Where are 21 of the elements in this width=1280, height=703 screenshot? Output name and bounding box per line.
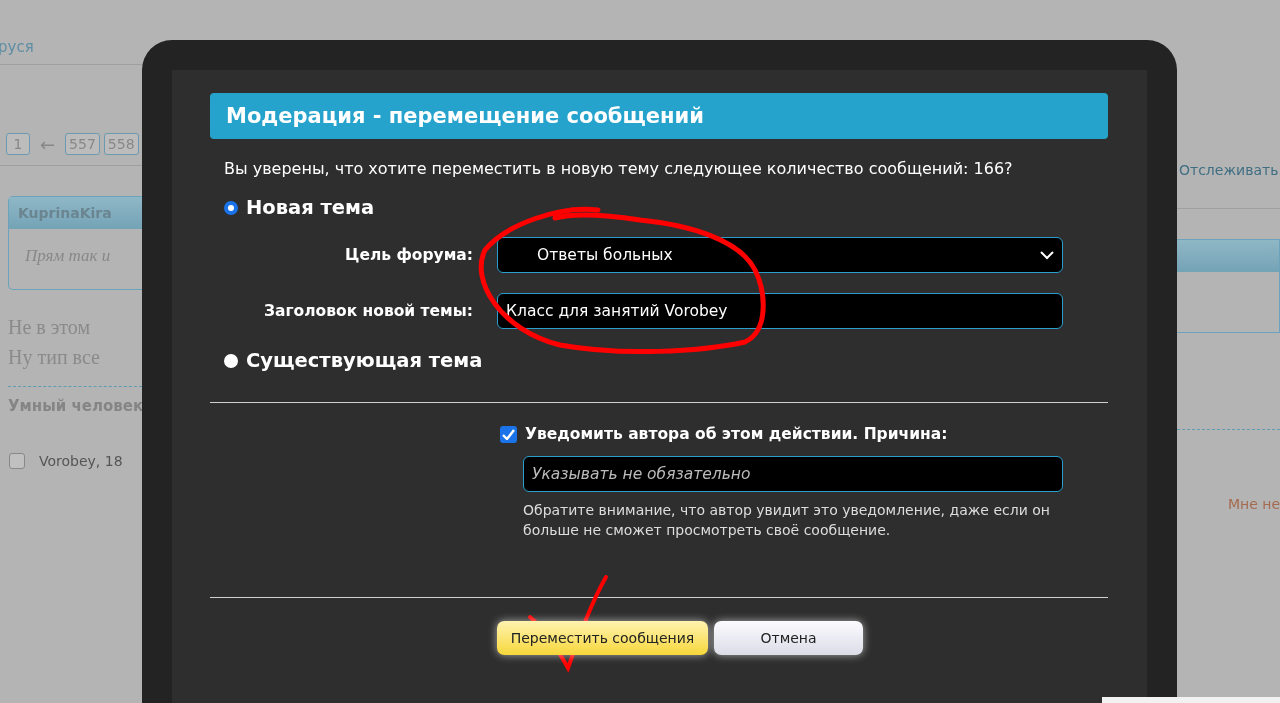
confirm-question: Вы уверены, что хотите переместить в новую тему следующее количество сообщений: 166? bbox=[224, 159, 1014, 178]
breadcrumb-link[interactable]: руся bbox=[0, 38, 142, 56]
topic-radio[interactable]: Существующая тема bbox=[224, 349, 1108, 372]
cancel-button[interactable]: Отмена bbox=[714, 621, 863, 655]
watch-link[interactable]: Отслеживать bbox=[1179, 162, 1280, 178]
previous-arrow[interactable]: ← bbox=[34, 133, 62, 155]
title-input[interactable]: Класс для занятий Vorobey bbox=[497, 293, 1063, 329]
chevron-down-icon bbox=[1040, 250, 1054, 260]
notify-checkbox[interactable]: Уведомить автора об этом действии. Причина: bbox=[500, 425, 1108, 443]
dislike-link[interactable]: Мне не bbox=[1228, 496, 1280, 512]
checkmark-icon bbox=[502, 428, 515, 440]
field-label: Заголовок новой темы: bbox=[262, 302, 473, 320]
topic-radio[interactable]: Новая тема bbox=[224, 196, 1108, 219]
reason-input[interactable]: Указывать не обязательно bbox=[523, 456, 1063, 492]
forum-select[interactable]: Ответы больных bbox=[497, 237, 1063, 273]
move-button[interactable]: Переместить сообщения bbox=[497, 621, 708, 655]
post-author-date: Vorobey, 18 bbox=[39, 453, 123, 469]
dialog-title: Модерация - перемещение сообщений bbox=[210, 93, 1108, 139]
notice-text: Обратите внимание, что автор увидит это уведомление, даже если он больше не сможет просмотреть своё сообщение. bbox=[523, 501, 1051, 540]
field-label: Цель форума: bbox=[344, 246, 473, 264]
post-checkbox[interactable] bbox=[9, 453, 25, 469]
